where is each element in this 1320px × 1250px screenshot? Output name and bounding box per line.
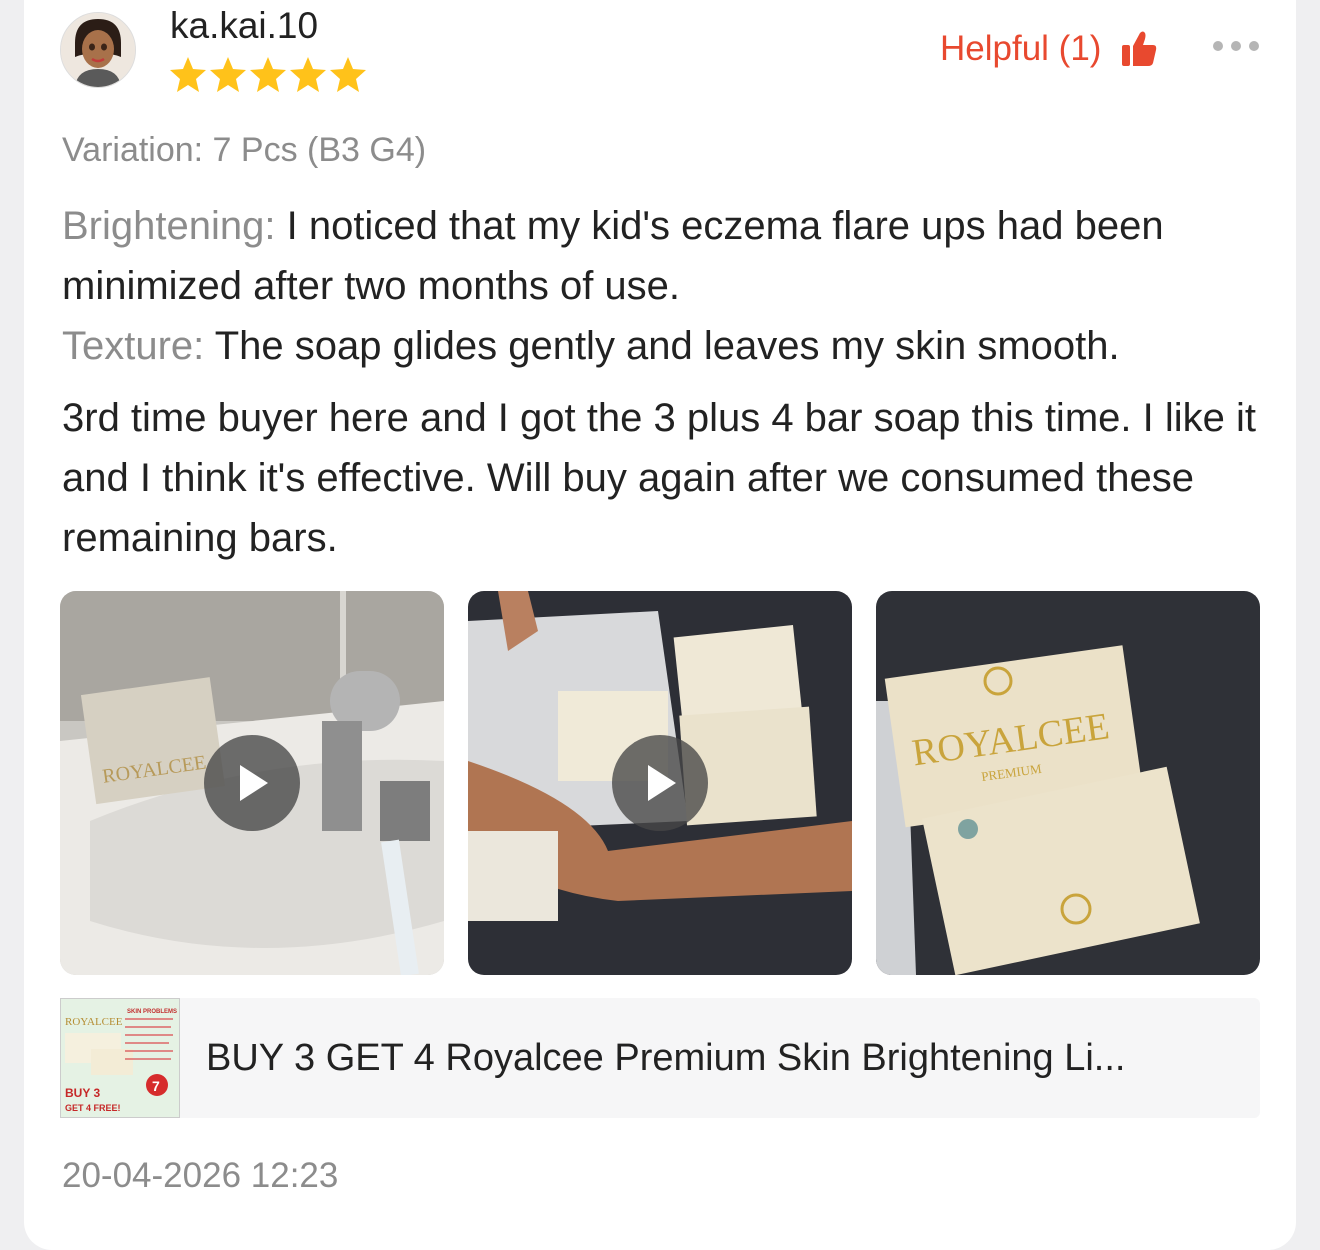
star-icon xyxy=(210,57,246,92)
thumbs-up-icon xyxy=(1122,31,1157,66)
thumb-get-text: GET 4 FREE! xyxy=(65,1103,121,1113)
review-timestamp: 20-04-2026 12:23 xyxy=(62,1156,339,1195)
attribute-label: Texture: xyxy=(62,324,205,368)
star-icon xyxy=(290,57,326,92)
attribute-texture: Texture: The soap glides gently and leav… xyxy=(62,316,1262,376)
rating-stars xyxy=(168,54,368,96)
attribute-value: The soap glides gently and leaves my ski… xyxy=(204,324,1120,368)
play-icon xyxy=(648,765,676,801)
variation-text: Variation: 7 Pcs (B3 G4) xyxy=(62,131,427,169)
user-avatar[interactable] xyxy=(60,12,136,88)
star-icon xyxy=(170,57,206,92)
thumb-skin-text: SKIN PROBLEMS xyxy=(127,1009,177,1015)
product-link[interactable]: ROYALCEE SKIN PROBLEMS 7 BUY 3 GET 4 FRE… xyxy=(60,998,1260,1118)
review-video-1[interactable]: ROYALCEE xyxy=(60,591,444,975)
play-button[interactable] xyxy=(204,735,300,831)
star-icon xyxy=(330,57,366,92)
thumb-buy-text: BUY 3 xyxy=(65,1086,100,1100)
star-icon xyxy=(250,57,286,92)
product-thumbnail: ROYALCEE SKIN PROBLEMS 7 BUY 3 GET 4 FRE… xyxy=(60,998,180,1118)
thumb-brand-text: ROYALCEE xyxy=(65,1016,123,1028)
helpful-label: Helpful (1) xyxy=(940,29,1102,68)
play-icon xyxy=(240,765,268,801)
review-video-3[interactable]: ROYALCEE PREMIUM xyxy=(876,591,1260,975)
product-title: BUY 3 GET 4 Royalcee Premium Skin Bright… xyxy=(206,1037,1126,1079)
helpful-button[interactable]: Helpful (1) xyxy=(940,26,1157,72)
avatar-image xyxy=(61,13,135,87)
product-thumbnail-image: ROYALCEE SKIN PROBLEMS 7 BUY 3 GET 4 FRE… xyxy=(61,999,179,1117)
more-dots-icon[interactable] xyxy=(1208,32,1264,60)
attribute-label: Brightening: xyxy=(62,204,276,248)
username[interactable]: ka.kai.10 xyxy=(170,4,318,48)
review-attributes: Brightening: I noticed that my kid's ecz… xyxy=(62,196,1262,376)
thumb-badge: 7 xyxy=(152,1078,160,1094)
review-video-2[interactable] xyxy=(468,591,852,975)
video-thumbnail-boxes: ROYALCEE PREMIUM xyxy=(876,591,1260,975)
attribute-brightening: Brightening: I noticed that my kid's ecz… xyxy=(62,196,1262,316)
play-button[interactable] xyxy=(612,735,708,831)
review-body: 3rd time buyer here and I got the 3 plus… xyxy=(62,396,1256,560)
